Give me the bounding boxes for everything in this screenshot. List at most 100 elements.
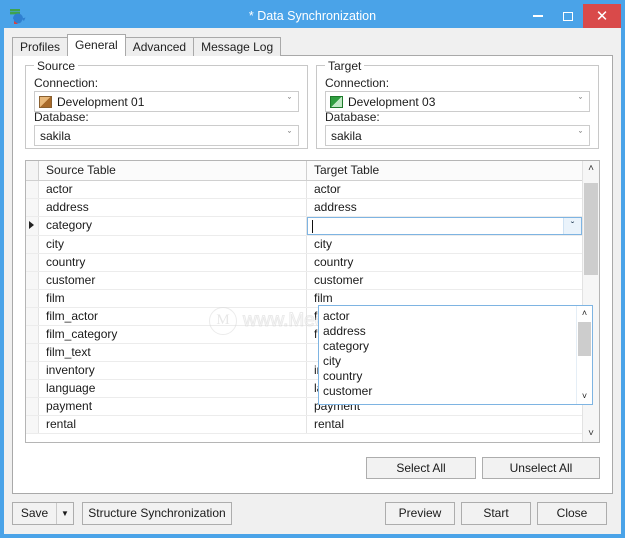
target-table-cell[interactable]: city	[307, 236, 582, 253]
source-table-cell[interactable]: country	[39, 254, 307, 271]
target-group: Target Connection: Development 03 ˇ Data…	[316, 59, 599, 149]
close-button[interactable]: Close	[537, 502, 607, 525]
source-table-cell[interactable]: city	[39, 236, 307, 253]
source-table-cell[interactable]: language	[39, 380, 307, 397]
data-sync-icon	[8, 7, 26, 25]
source-table-cell[interactable]: actor	[39, 181, 307, 198]
target-table-cell[interactable]: country	[307, 254, 582, 271]
select-all-button[interactable]: Select All	[366, 457, 476, 479]
target-database-select[interactable]: sakila ˇ	[325, 125, 590, 146]
chevron-down-icon[interactable]: ˇ	[281, 126, 298, 145]
dropdown-item[interactable]: actor	[319, 309, 576, 324]
unselect-all-button[interactable]: Unselect All	[482, 457, 600, 479]
target-table-cell[interactable]: rental	[307, 416, 582, 433]
row-gutter[interactable]	[26, 290, 39, 307]
target-connection-label: Connection:	[325, 76, 390, 90]
save-button[interactable]: Save ▼	[12, 502, 74, 525]
dropdown-scrollbar[interactable]: ˄ ˅	[576, 306, 592, 404]
table-row[interactable]: address address	[26, 199, 582, 217]
target-table-cell[interactable]: address	[307, 199, 582, 216]
chevron-down-icon[interactable]: ˇ	[281, 92, 298, 111]
table-row[interactable]: category ˇ	[26, 217, 582, 236]
start-button[interactable]: Start	[461, 502, 531, 525]
scroll-up-icon[interactable]: ˄	[583, 161, 599, 177]
source-group-title: Source	[34, 59, 79, 73]
row-gutter[interactable]	[26, 308, 39, 325]
dropdown-item[interactable]: category	[319, 339, 576, 354]
dropdown-item[interactable]: address	[319, 324, 576, 339]
brown-connection-icon	[39, 95, 52, 108]
target-table-input[interactable]	[308, 218, 563, 235]
structure-synchronization-button[interactable]: Structure Synchronization	[82, 502, 232, 525]
dropdown-scrollbar-thumb[interactable]	[578, 322, 591, 356]
tab-strip: Profiles General Advanced Message Log	[12, 34, 282, 56]
tab-general[interactable]: General	[67, 34, 126, 56]
close-icon[interactable]: ✕	[583, 4, 621, 28]
preview-button[interactable]: Preview	[385, 502, 455, 525]
chevron-down-icon[interactable]: ˇ	[563, 218, 581, 234]
dropdown-scroll-down-icon[interactable]: ˅	[577, 390, 592, 403]
chevron-down-icon[interactable]: ˇ	[572, 126, 589, 145]
source-table-cell[interactable]: rental	[39, 416, 307, 433]
target-table-cell[interactable]: actor	[307, 181, 582, 198]
maximize-icon[interactable]	[553, 4, 583, 28]
target-database-value: sakila	[331, 128, 362, 143]
source-database-label: Database:	[34, 110, 89, 124]
grid-header-row: Source Table Target Table	[26, 161, 582, 181]
column-header-target-table[interactable]: Target Table	[307, 161, 582, 180]
source-group: Source Connection: Development 01 ˇ Data…	[25, 59, 308, 149]
row-gutter[interactable]	[26, 344, 39, 361]
table-row[interactable]: actor actor	[26, 181, 582, 199]
table-row[interactable]: rental rental	[26, 416, 582, 434]
target-table-cell[interactable]: customer	[307, 272, 582, 289]
target-group-title: Target	[325, 59, 365, 73]
source-connection-select[interactable]: Development 01 ˇ	[34, 91, 299, 112]
target-table-dropdown-list[interactable]: actor address category city country customer …	[318, 305, 593, 405]
minimize-icon[interactable]	[523, 4, 553, 28]
row-gutter[interactable]	[26, 326, 39, 343]
source-table-cell[interactable]: payment	[39, 398, 307, 415]
source-table-cell[interactable]: inventory	[39, 362, 307, 379]
source-database-select[interactable]: sakila ˇ	[34, 125, 299, 146]
row-gutter[interactable]	[26, 181, 39, 198]
row-gutter[interactable]	[26, 236, 39, 253]
tab-message-log[interactable]: Message Log	[193, 37, 282, 56]
target-table-combo-editor[interactable]: ˇ	[307, 217, 582, 235]
row-gutter[interactable]	[26, 416, 39, 433]
dropdown-item[interactable]: city	[319, 354, 576, 369]
table-row[interactable]: customer customer	[26, 272, 582, 290]
source-table-cell[interactable]: film_actor	[39, 308, 307, 325]
dropdown-item[interactable]: country	[319, 369, 576, 384]
row-gutter[interactable]	[26, 272, 39, 289]
row-gutter[interactable]	[26, 362, 39, 379]
row-gutter[interactable]	[26, 380, 39, 397]
current-row-indicator-icon[interactable]	[26, 217, 39, 235]
save-dropdown-icon[interactable]: ▼	[56, 503, 73, 524]
row-gutter[interactable]	[26, 398, 39, 415]
source-table-cell[interactable]: film_category	[39, 326, 307, 343]
client-area: Profiles General Advanced Message Log So…	[4, 28, 621, 534]
dropdown-item[interactable]: customer	[319, 384, 576, 399]
target-table-cell[interactable]: ˇ	[307, 217, 582, 235]
source-table-cell[interactable]: category	[39, 217, 307, 235]
column-header-source-table[interactable]: Source Table	[39, 161, 307, 180]
row-gutter[interactable]	[26, 254, 39, 271]
target-connection-value: Development 03	[348, 94, 436, 109]
row-gutter[interactable]	[26, 199, 39, 216]
source-table-cell[interactable]: address	[39, 199, 307, 216]
green-connection-icon	[330, 95, 343, 108]
target-connection-select[interactable]: Development 03 ˇ	[325, 91, 590, 112]
scrollbar-thumb[interactable]	[584, 183, 598, 275]
source-table-cell[interactable]: customer	[39, 272, 307, 289]
tab-advanced[interactable]: Advanced	[124, 37, 195, 56]
table-row[interactable]: country country	[26, 254, 582, 272]
dropdown-scroll-up-icon[interactable]: ˄	[577, 307, 592, 320]
chevron-down-icon[interactable]: ˇ	[572, 92, 589, 111]
save-button-label: Save	[20, 506, 49, 520]
source-table-cell[interactable]: film	[39, 290, 307, 307]
scroll-down-icon[interactable]: ˅	[583, 426, 599, 442]
tab-profiles[interactable]: Profiles	[12, 37, 69, 56]
dropdown-items: actor address category city country customer	[319, 306, 576, 404]
source-table-cell[interactable]: film_text	[39, 344, 307, 361]
table-row[interactable]: city city	[26, 236, 582, 254]
